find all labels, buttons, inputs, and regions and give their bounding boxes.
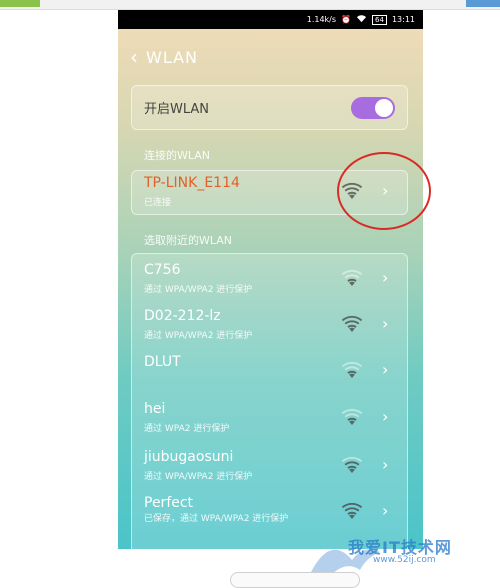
status-bar: 1.14k/s ⏰ 64 13:11 bbox=[118, 10, 423, 29]
nav-bar: ‹ WLAN bbox=[118, 29, 423, 85]
wifi-arc bbox=[347, 511, 357, 515]
browser-frame-top bbox=[0, 0, 500, 10]
network-name: DLUT bbox=[144, 354, 181, 370]
wifi-arc bbox=[349, 281, 355, 286]
network-speed: 1.14k/s bbox=[306, 15, 337, 24]
network-name: hei bbox=[144, 401, 166, 417]
chevron-left-icon[interactable]: ‹ bbox=[130, 47, 138, 67]
wlan-switch[interactable] bbox=[351, 96, 395, 119]
wifi-signal-icon bbox=[341, 361, 363, 378]
network-name: Perfect bbox=[144, 495, 194, 511]
network-security: 通过 WPA/WPA2 进行保护 bbox=[144, 285, 253, 295]
switch-knob bbox=[375, 98, 393, 117]
alarm-icon: ⏰ bbox=[341, 15, 352, 24]
wifi-arc bbox=[341, 269, 363, 276]
wifi-signal-icon bbox=[341, 408, 363, 425]
phone-screen: 1.14k/s ⏰ 64 13:11 ‹ WLAN 开启WLAN 连接的WLAN… bbox=[118, 10, 423, 549]
network-row[interactable]: C756 通过 WPA/WPA2 进行保护 › bbox=[132, 258, 409, 304]
watermark-url: www.52ij.com bbox=[373, 555, 436, 565]
wifi-arc bbox=[341, 408, 363, 415]
chevron-right-icon[interactable]: › bbox=[382, 269, 388, 287]
wifi-arc bbox=[344, 413, 360, 418]
section-label-connected: 连接的WLAN bbox=[144, 149, 211, 162]
section-label-available: 选取附近的WLAN bbox=[144, 234, 233, 247]
wifi-signal-icon bbox=[341, 269, 363, 286]
frame-accent-left bbox=[0, 0, 40, 7]
wifi-arc bbox=[349, 468, 355, 473]
network-row[interactable]: jiubugaosuni 通过 WPA/WPA2 进行保护 › bbox=[132, 445, 409, 491]
network-name: TP-LINK_E114 bbox=[144, 175, 240, 191]
wifi-arc bbox=[341, 361, 363, 368]
wifi-arc bbox=[349, 373, 355, 378]
chevron-right-icon[interactable]: › bbox=[382, 502, 388, 520]
clock: 13:11 bbox=[391, 15, 415, 24]
chevron-right-icon[interactable]: › bbox=[382, 408, 388, 426]
network-security: 通过 WPA/WPA2 进行保护 bbox=[144, 331, 253, 341]
wlan-toggle-label: 开启WLAN bbox=[144, 102, 210, 117]
scroll-pill bbox=[230, 572, 360, 588]
network-status: 已连接 bbox=[144, 198, 172, 208]
wifi-signal-icon bbox=[341, 315, 363, 332]
wifi-arc bbox=[347, 278, 357, 282]
network-name: jiubugaosuni bbox=[144, 449, 234, 465]
wifi-status-icon bbox=[356, 14, 367, 25]
wifi-arc bbox=[347, 324, 357, 328]
wifi-arc bbox=[341, 502, 363, 509]
wifi-arc bbox=[347, 417, 357, 421]
wifi-arc bbox=[344, 507, 360, 512]
network-name: D02-212-lz bbox=[144, 308, 221, 324]
chevron-right-icon[interactable]: › bbox=[382, 361, 388, 379]
network-name: C756 bbox=[144, 262, 181, 278]
wifi-arc bbox=[344, 274, 360, 279]
wifi-signal-icon bbox=[341, 456, 363, 473]
network-row[interactable]: DLUT › bbox=[132, 350, 409, 396]
wifi-arc bbox=[344, 366, 360, 371]
wifi-arc bbox=[349, 420, 355, 425]
wifi-arc bbox=[341, 315, 363, 322]
available-networks-list: C756 通过 WPA/WPA2 进行保护 › D02-212-lz 通过 WP… bbox=[131, 253, 408, 549]
chevron-right-icon[interactable]: › bbox=[382, 315, 388, 333]
annotation-circle bbox=[337, 152, 431, 230]
network-security: 通过 WPA2 进行保护 bbox=[144, 424, 230, 434]
chevron-right-icon[interactable]: › bbox=[382, 456, 388, 474]
wifi-arc bbox=[347, 370, 357, 374]
wifi-arc bbox=[347, 465, 357, 469]
battery-icon: 64 bbox=[372, 14, 387, 25]
network-row[interactable]: hei 通过 WPA2 进行保护 › bbox=[132, 397, 409, 443]
network-row[interactable]: D02-212-lz 通过 WPA/WPA2 进行保护 › bbox=[132, 304, 409, 350]
page-title: WLAN bbox=[146, 47, 199, 67]
wifi-signal-icon bbox=[341, 502, 363, 519]
wifi-arc bbox=[344, 320, 360, 325]
network-security: 通过 WPA/WPA2 进行保护 bbox=[144, 472, 253, 482]
wifi-arc bbox=[349, 514, 355, 519]
wifi-arc bbox=[341, 456, 363, 463]
frame-accent-right bbox=[466, 0, 500, 7]
wlan-toggle-row[interactable]: 开启WLAN bbox=[131, 85, 408, 130]
wifi-arc bbox=[344, 461, 360, 466]
wifi-arc bbox=[349, 327, 355, 332]
